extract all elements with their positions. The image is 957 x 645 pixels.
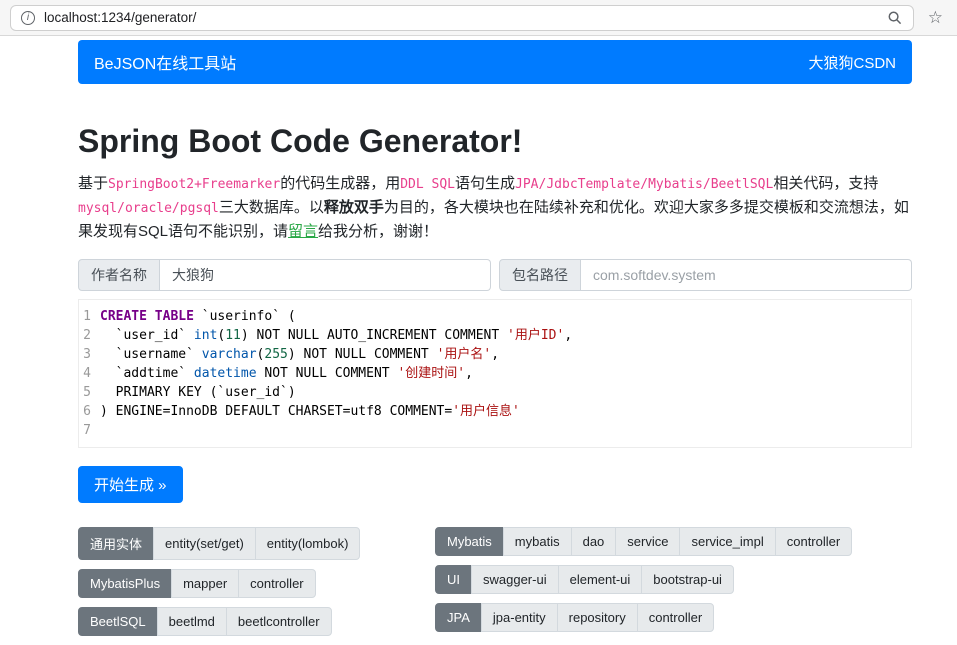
template-button[interactable]: controller	[775, 527, 852, 556]
code-line: 5 PRIMARY KEY (`user_id`)	[79, 383, 911, 402]
template-button[interactable]: repository	[557, 603, 638, 632]
template-button[interactable]: mybatis	[503, 527, 572, 556]
desc-segment: 三大数据库。以	[219, 199, 324, 216]
page-title: Spring Boot Code Generator!	[78, 122, 912, 160]
navbar: BeJSON在线工具站 大狼狗CSDN	[78, 40, 912, 84]
group-head-button[interactable]: JPA	[435, 603, 482, 632]
code-text: CREATE TABLE `userinfo` (	[100, 307, 296, 326]
button-group: JPAjpa-entityrepositorycontroller	[435, 603, 714, 632]
bookmark-star-icon[interactable]: ☆	[924, 9, 947, 26]
desc-segment: 给我分析，谢谢！	[318, 223, 438, 240]
generate-button[interactable]: 开始生成 »	[78, 466, 183, 503]
code-line: 6) ENGINE=InnoDB DEFAULT CHARSET=utf8 CO…	[79, 402, 911, 421]
desc-segment: 释放双手	[324, 199, 384, 216]
package-input[interactable]	[581, 259, 912, 291]
template-button[interactable]: jpa-entity	[481, 603, 558, 632]
browser-toolbar: i localhost:1234/generator/ ☆	[0, 0, 957, 36]
code-text: `addtime` datetime NOT NULL COMMENT '创建时…	[100, 364, 473, 383]
button-group: Mybatismybatisdaoserviceservice_implcont…	[435, 527, 852, 556]
package-input-group: 包名路径	[499, 259, 912, 291]
template-button[interactable]: mapper	[171, 569, 239, 598]
author-input-group: 作者名称	[78, 259, 491, 291]
desc-segment: 相关代码，支持	[773, 175, 878, 192]
group-head-button[interactable]: BeetlSQL	[78, 607, 158, 636]
template-button[interactable]: swagger-ui	[471, 565, 559, 594]
code-line: 2 `user_id` int(11) NOT NULL AUTO_INCREM…	[79, 326, 911, 345]
url-text[interactable]: localhost:1234/generator/	[44, 10, 196, 25]
code-line: 1CREATE TABLE `userinfo` (	[79, 307, 911, 326]
desc-segment: SpringBoot2+Freemarker	[108, 177, 280, 192]
template-button[interactable]: entity(set/get)	[153, 527, 256, 560]
package-label: 包名路径	[499, 259, 581, 291]
line-number: 6	[79, 402, 100, 421]
group-head-button[interactable]: UI	[435, 565, 472, 594]
desc-segment: 基于	[78, 175, 108, 192]
desc-segment: DDL SQL	[400, 177, 455, 192]
template-button[interactable]: beetlmd	[157, 607, 227, 636]
address-bar[interactable]: i localhost:1234/generator/	[10, 5, 914, 31]
button-group: UIswagger-uielement-uibootstrap-ui	[435, 565, 734, 594]
line-number: 2	[79, 326, 100, 345]
page-container: BeJSON在线工具站 大狼狗CSDN Spring Boot Code Gen…	[78, 40, 912, 645]
author-label: 作者名称	[78, 259, 160, 291]
code-line: 7	[79, 421, 911, 440]
code-text: PRIMARY KEY (`user_id`)	[100, 383, 296, 402]
desc-segment: 语句生成	[455, 175, 515, 192]
button-group: 通用实体entity(set/get)entity(lombok)	[78, 527, 360, 560]
template-groups-left: 通用实体entity(set/get)entity(lombok) Mybatis…	[78, 527, 435, 645]
author-input[interactable]	[160, 259, 491, 291]
code-text: ) ENGINE=InnoDB DEFAULT CHARSET=utf8 COM…	[100, 402, 520, 421]
code-text: `user_id` int(11) NOT NULL AUTO_INCREMEN…	[100, 326, 572, 345]
desc-segment: 的代码生成器，用	[280, 175, 400, 192]
template-button[interactable]: controller	[637, 603, 714, 632]
line-number: 7	[79, 421, 100, 440]
code-line: 4 `addtime` datetime NOT NULL COMMENT '创…	[79, 364, 911, 383]
template-button[interactable]: element-ui	[558, 565, 643, 594]
template-button[interactable]: entity(lombok)	[255, 527, 361, 560]
group-head-button[interactable]: 通用实体	[78, 527, 154, 560]
template-button[interactable]: controller	[238, 569, 315, 598]
button-group: MybatisPlusmappercontroller	[78, 569, 316, 598]
description: 基于SpringBoot2+Freemarker的代码生成器，用DDL SQL语…	[78, 172, 912, 243]
navbar-right-link[interactable]: 大狼狗CSDN	[808, 52, 896, 73]
template-button[interactable]: dao	[571, 527, 617, 556]
line-number: 1	[79, 307, 100, 326]
code-line: 3 `username` varchar(255) NOT NULL COMME…	[79, 345, 911, 364]
desc-segment: JPA/JdbcTemplate/Mybatis/BeetlSQL	[515, 177, 773, 192]
group-head-button[interactable]: MybatisPlus	[78, 569, 172, 598]
line-number: 3	[79, 345, 100, 364]
template-button[interactable]: service	[615, 527, 680, 556]
template-button[interactable]: beetlcontroller	[226, 607, 332, 636]
template-button[interactable]: service_impl	[679, 527, 775, 556]
template-button[interactable]: bootstrap-ui	[641, 565, 734, 594]
line-number: 5	[79, 383, 100, 402]
sql-editor[interactable]: 1CREATE TABLE `userinfo` (2 `user_id` in…	[78, 299, 912, 448]
page-info-icon[interactable]: i	[21, 11, 35, 25]
navbar-brand[interactable]: BeJSON在线工具站	[94, 50, 236, 74]
zoom-icon[interactable]	[887, 10, 903, 26]
message-link[interactable]: 留言	[288, 223, 318, 240]
group-head-button[interactable]: Mybatis	[435, 527, 504, 556]
template-groups: 通用实体entity(set/get)entity(lombok) Mybatis…	[78, 527, 912, 645]
form-row: 作者名称 包名路径	[78, 259, 912, 291]
code-text: `username` varchar(255) NOT NULL COMMENT…	[100, 345, 499, 364]
line-number: 4	[79, 364, 100, 383]
desc-segment: mysql/oracle/pgsql	[78, 201, 219, 216]
button-group: BeetlSQLbeetlmdbeetlcontroller	[78, 607, 332, 636]
template-groups-right: Mybatismybatisdaoserviceservice_implcont…	[435, 527, 852, 645]
